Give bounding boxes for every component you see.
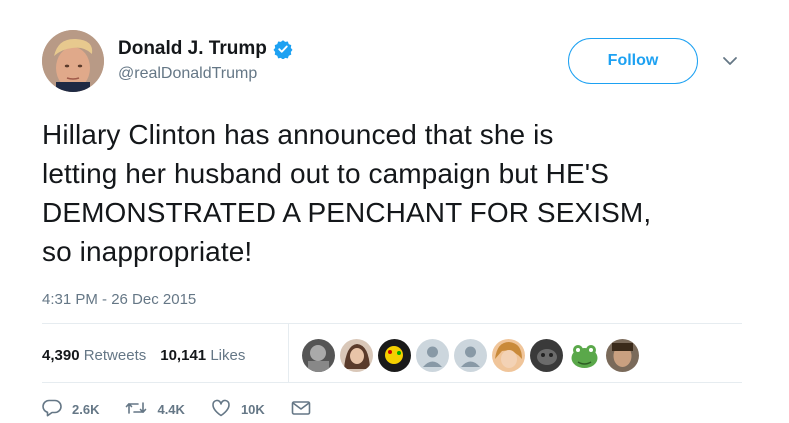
follow-button[interactable]: Follow — [568, 38, 698, 84]
like-action[interactable]: 10K — [211, 399, 265, 420]
default-egg-avatar[interactable] — [416, 339, 449, 372]
author-names: Donald J. Trump @realDonaldTrump — [118, 38, 293, 83]
tweet-stats: 4,390 Retweets 10,141 Likes — [42, 339, 259, 371]
liker-avatar[interactable] — [378, 339, 411, 372]
retweet-icon — [125, 399, 157, 420]
heart-icon — [211, 399, 241, 420]
default-egg-avatar[interactable] — [454, 339, 487, 372]
chevron-down-icon[interactable] — [722, 54, 738, 66]
retweet-count: 4.4K — [157, 402, 185, 417]
tweet-text-line: letting her husband out to campaign but … — [42, 158, 609, 189]
retweets-label: Retweets — [83, 346, 147, 364]
verified-badge-icon — [273, 39, 293, 60]
liker-avatar[interactable] — [302, 339, 335, 372]
tweet-text: Hillary Clinton has announced that she i… — [42, 115, 762, 271]
like-count: 10K — [240, 402, 265, 417]
reply-count: 2.6K — [72, 402, 100, 417]
liker-avatar[interactable] — [530, 339, 563, 372]
reply-action[interactable]: 2.6K — [42, 399, 99, 420]
author-display-name-text: Donald J. Trump — [118, 38, 267, 59]
retweet-action[interactable]: 4.4K — [125, 399, 185, 420]
frog-avatar[interactable] — [568, 339, 601, 372]
liker-avatar[interactable] — [492, 339, 525, 372]
retweets-count: 4,390 — [42, 346, 80, 364]
retweets-stat[interactable]: 4,390 Retweets — [42, 347, 146, 364]
divider — [42, 382, 742, 383]
likes-count: 10,141 — [160, 346, 207, 364]
tweet-text-line: DEMONSTRATED A PENCHANT FOR SEXISM, — [42, 197, 652, 228]
tweet-actions: 2.6K 4.4K 10K — [42, 399, 347, 420]
tweet-text-line: Hillary Clinton has announced that she i… — [42, 119, 554, 150]
tweet-header: Donald J. Trump @realDonaldTrump Follow — [42, 30, 749, 94]
liker-avatars — [302, 339, 639, 372]
liker-avatar[interactable] — [606, 339, 639, 372]
stats-separator — [288, 324, 289, 382]
envelope-icon — [291, 400, 321, 419]
liker-avatar[interactable] — [340, 339, 373, 372]
likes-stat[interactable]: 10,141 Likes — [160, 347, 245, 364]
reply-icon — [42, 399, 72, 420]
tweet-text-line: so inappropriate! — [42, 236, 253, 267]
tweet-timestamp[interactable]: 4:31 PM - 26 Dec 2015 — [42, 291, 196, 308]
divider — [42, 323, 742, 324]
profile-avatar[interactable] — [42, 30, 104, 92]
author-display-name[interactable]: Donald J. Trump — [118, 38, 293, 60]
likes-label: Likes — [210, 346, 246, 364]
direct-message-action[interactable] — [291, 400, 321, 419]
author-handle[interactable]: @realDonaldTrump — [118, 65, 293, 83]
